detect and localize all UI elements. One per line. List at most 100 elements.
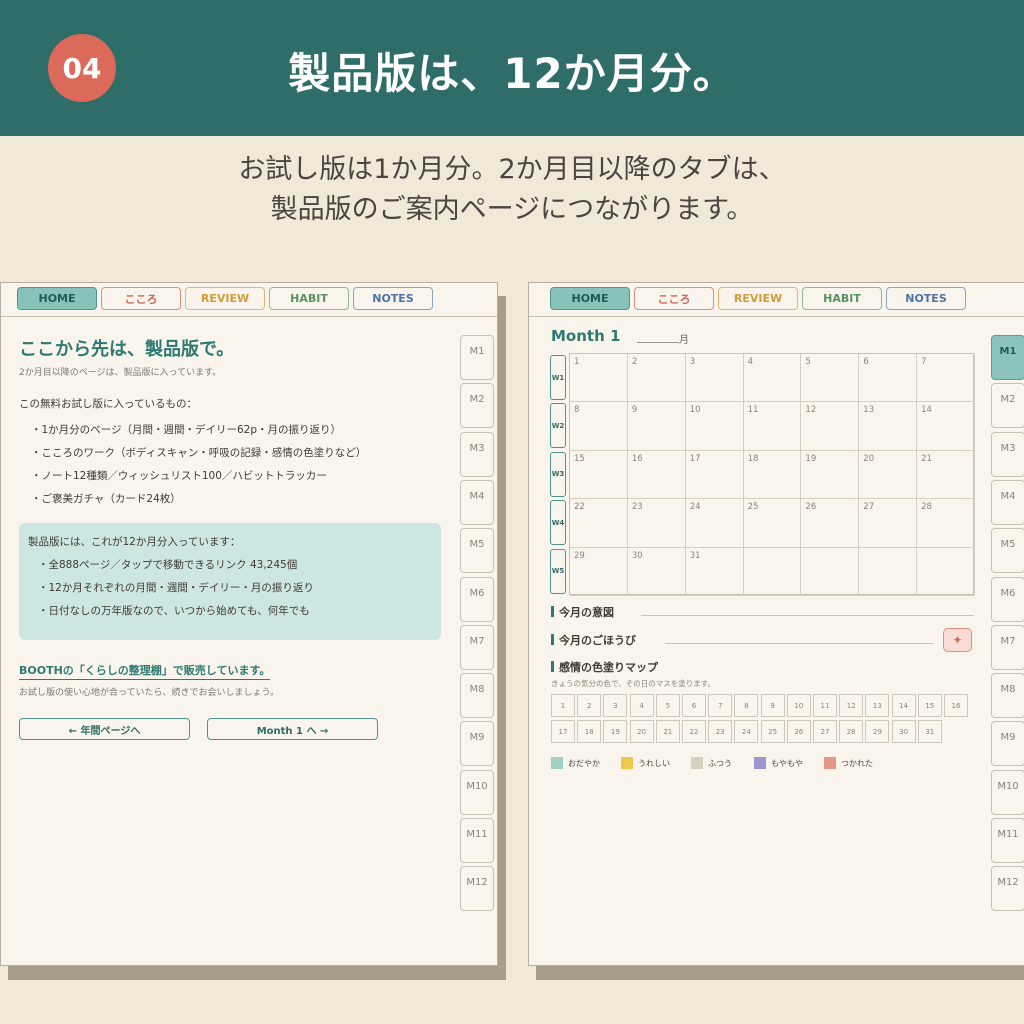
tab-notes[interactable]: NOTES [353, 287, 433, 310]
mood-day-cell[interactable]: 28 [839, 720, 864, 743]
mood-day-cell[interactable]: 20 [629, 720, 654, 743]
calendar-day-cell[interactable]: 27 [859, 499, 918, 548]
calendar-day-cell[interactable]: 1 [570, 354, 628, 403]
calendar-day-cell[interactable]: 26 [801, 499, 860, 548]
yearly-page-button[interactable]: ← 年間ページへ [19, 718, 190, 740]
mood-day-cell[interactable]: 1 [551, 694, 575, 717]
mood-day-cell[interactable]: 19 [603, 720, 628, 743]
tab-kokoro[interactable]: こころ [634, 287, 714, 310]
week-tab-w3[interactable]: W3 [550, 451, 566, 497]
tab-habit[interactable]: HABIT [802, 287, 882, 310]
calendar-day-cell[interactable]: 31 [685, 547, 744, 596]
mood-day-cell[interactable]: 15 [917, 694, 942, 717]
calendar-day-cell[interactable]: 7 [917, 354, 975, 403]
calendar-day-cell[interactable]: 18 [743, 450, 802, 500]
side-tab-m4[interactable]: M4 [991, 479, 1024, 525]
tab-home[interactable]: HOME [17, 287, 97, 310]
mood-day-cell[interactable]: 17 [551, 720, 575, 743]
week-tab-w4[interactable]: W4 [550, 500, 566, 546]
intent-line[interactable] [641, 615, 974, 616]
side-tab-m10[interactable]: M10 [460, 769, 494, 815]
calendar-day-cell[interactable]: 3 [685, 354, 744, 403]
tab-review[interactable]: REVIEW [718, 287, 798, 310]
mood-day-cell[interactable]: 2 [577, 694, 602, 717]
mood-day-cell[interactable]: 25 [760, 720, 785, 743]
tab-habit[interactable]: HABIT [269, 287, 349, 310]
side-tab-m6[interactable]: M6 [460, 576, 494, 622]
month-input-line[interactable] [637, 342, 679, 343]
side-tab-m11[interactable]: M11 [991, 818, 1024, 863]
calendar-day-cell[interactable]: 15 [570, 450, 628, 500]
side-tab-m8[interactable]: M8 [991, 673, 1024, 719]
side-tab-m2[interactable]: M2 [991, 383, 1024, 429]
side-tab-m11[interactable]: M11 [460, 818, 494, 863]
side-tab-m1[interactable]: M1 [991, 335, 1024, 380]
tab-review[interactable]: REVIEW [185, 287, 265, 310]
side-tab-m3[interactable]: M3 [991, 431, 1024, 477]
calendar-day-cell[interactable]: 2 [627, 354, 686, 403]
mood-day-cell[interactable]: 11 [813, 694, 837, 717]
calendar-day-cell[interactable]: 13 [859, 402, 918, 451]
calendar-day-cell[interactable]: 12 [801, 402, 860, 451]
booth-store-link[interactable]: BOOTHの「くらしの整理棚」で販売しています。 [19, 662, 271, 680]
mood-day-cell[interactable]: 9 [760, 694, 785, 717]
calendar-day-cell[interactable]: 22 [570, 499, 628, 548]
mood-day-cell[interactable]: 14 [891, 694, 916, 717]
mood-day-cell[interactable]: 18 [577, 720, 602, 743]
calendar-day-cell[interactable]: 11 [743, 402, 802, 451]
mood-day-cell[interactable]: 5 [655, 694, 680, 717]
side-tab-m1[interactable]: M1 [460, 335, 494, 380]
side-tab-m12[interactable]: M12 [460, 866, 494, 912]
mood-day-cell[interactable]: 24 [734, 720, 759, 743]
mood-day-cell[interactable]: 21 [655, 720, 680, 743]
mood-day-cell[interactable]: 12 [839, 694, 864, 717]
calendar-day-cell[interactable]: 9 [627, 402, 686, 451]
side-tab-m9[interactable]: M9 [460, 721, 494, 767]
reward-line[interactable] [665, 643, 933, 644]
tab-home[interactable]: HOME [550, 287, 630, 310]
mood-day-cell[interactable]: 13 [865, 694, 890, 717]
mood-day-cell[interactable]: 3 [603, 694, 628, 717]
mood-day-cell[interactable]: 22 [682, 720, 706, 743]
mood-day-cell[interactable]: 31 [917, 720, 942, 743]
mood-day-cell[interactable]: 30 [891, 720, 916, 743]
calendar-day-cell[interactable]: 14 [917, 402, 975, 451]
gacha-icon[interactable]: ✦ [943, 628, 972, 652]
calendar-day-cell[interactable]: 6 [859, 354, 918, 403]
side-tab-m6[interactable]: M6 [991, 576, 1024, 622]
side-tab-m2[interactable]: M2 [460, 383, 494, 429]
calendar-day-cell[interactable]: 29 [570, 547, 628, 596]
mood-day-cell[interactable]: 8 [734, 694, 759, 717]
calendar-day-cell[interactable]: 23 [627, 499, 686, 548]
week-tab-w1[interactable]: W1 [550, 355, 566, 400]
week-tab-w5[interactable]: W5 [550, 548, 566, 594]
calendar-day-cell[interactable]: 25 [743, 499, 802, 548]
side-tab-m10[interactable]: M10 [991, 769, 1024, 815]
calendar-day-cell[interactable]: 8 [570, 402, 628, 451]
side-tab-m5[interactable]: M5 [460, 528, 494, 574]
side-tab-m7[interactable]: M7 [991, 624, 1024, 670]
calendar-day-cell[interactable]: 17 [685, 450, 744, 500]
calendar-day-cell[interactable] [743, 547, 802, 596]
tab-notes[interactable]: NOTES [886, 287, 966, 310]
calendar-day-cell[interactable] [801, 547, 860, 596]
month1-button[interactable]: Month 1 へ → [207, 718, 378, 740]
side-tab-m9[interactable]: M9 [991, 721, 1024, 767]
mood-day-cell[interactable]: 4 [629, 694, 654, 717]
calendar-day-cell[interactable]: 20 [859, 450, 918, 500]
mood-day-cell[interactable]: 27 [813, 720, 837, 743]
calendar-day-cell[interactable]: 10 [685, 402, 744, 451]
calendar-day-cell[interactable]: 28 [917, 499, 975, 548]
calendar-day-cell[interactable] [917, 547, 975, 596]
side-tab-m7[interactable]: M7 [460, 624, 494, 670]
side-tab-m3[interactable]: M3 [460, 431, 494, 477]
mood-day-cell[interactable]: 26 [786, 720, 811, 743]
calendar-day-cell[interactable] [859, 547, 918, 596]
tab-kokoro[interactable]: こころ [101, 287, 181, 310]
calendar-day-cell[interactable]: 5 [801, 354, 860, 403]
calendar-day-cell[interactable]: 30 [627, 547, 686, 596]
mood-day-cell[interactable]: 29 [865, 720, 890, 743]
calendar-day-cell[interactable]: 21 [917, 450, 975, 500]
side-tab-m12[interactable]: M12 [991, 866, 1024, 912]
mood-day-cell[interactable]: 23 [708, 720, 733, 743]
